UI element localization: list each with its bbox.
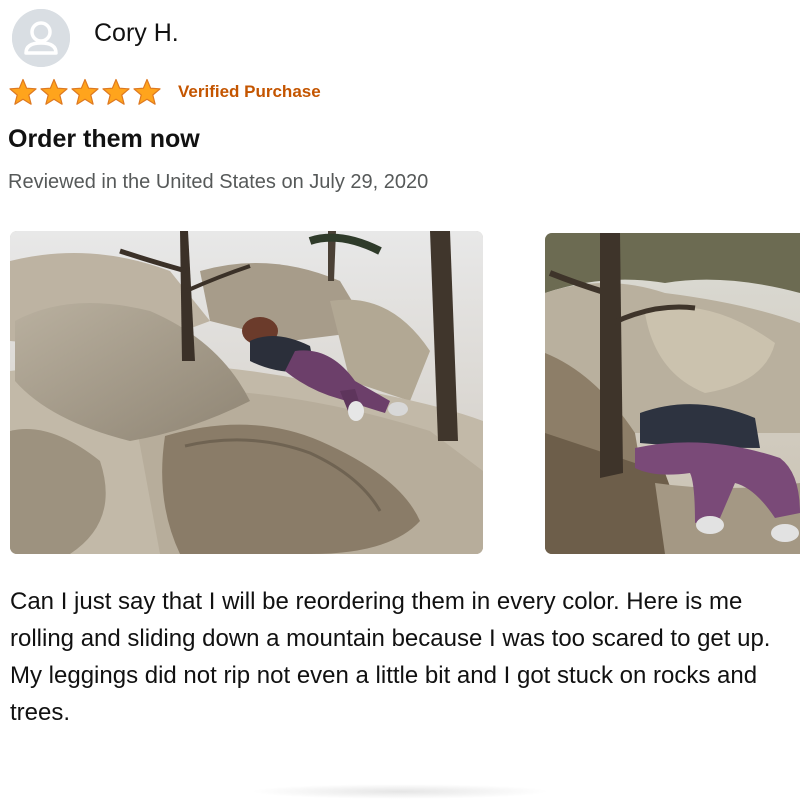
review-photo-1[interactable] xyxy=(10,231,483,554)
customer-review: Cory H. Verified Purchase Order them now… xyxy=(0,0,800,799)
review-text: Can I just say that I will be reordering… xyxy=(10,588,771,726)
verified-purchase-badge: Verified Purchase xyxy=(178,82,321,101)
review-title[interactable]: Order them now xyxy=(8,124,200,154)
star-icon xyxy=(71,78,99,105)
star-icon xyxy=(40,78,68,105)
review-photo-2[interactable] xyxy=(545,233,800,554)
review-date: Reviewed in the United States on July 29… xyxy=(8,171,429,193)
default-user-avatar-icon[interactable] xyxy=(12,9,70,67)
star-icon xyxy=(9,78,37,105)
star-icon xyxy=(102,78,130,105)
reviewer-name[interactable]: Cory H. xyxy=(94,18,179,48)
divider xyxy=(250,784,550,799)
star-icon xyxy=(133,78,161,105)
star-rating[interactable] xyxy=(8,78,162,106)
